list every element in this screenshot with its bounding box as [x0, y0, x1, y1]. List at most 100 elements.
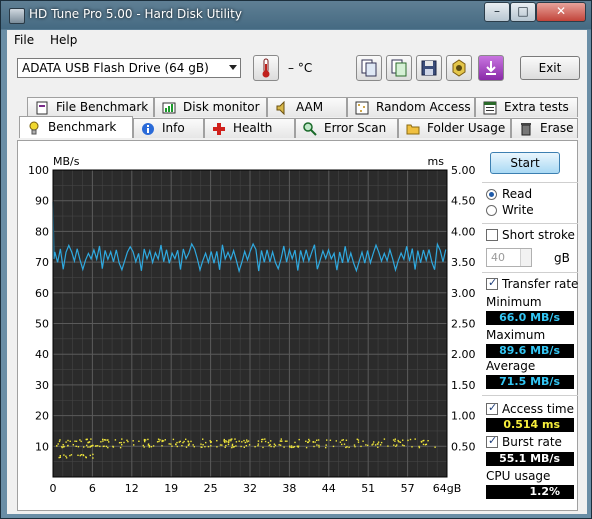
tab-extra-tests-label: Extra tests: [504, 100, 569, 114]
average-label: Average: [486, 359, 536, 373]
y-right-tick-label: 1.50: [451, 379, 476, 392]
drive-select[interactable]: ADATA USB Flash Drive (64 gB): [17, 58, 241, 78]
access-time-point: [143, 446, 145, 448]
access-time-point: [269, 443, 271, 446]
access-time-point: [114, 439, 117, 441]
menu-help[interactable]: Help: [50, 33, 77, 47]
access-time-point: [305, 440, 307, 442]
access-time-point: [248, 444, 251, 446]
access-time-point: [332, 445, 335, 448]
x-tick-label: 32: [243, 482, 257, 495]
access-time-point: [157, 438, 160, 440]
access-time-point: [374, 444, 377, 446]
tab-disk-monitor-label: Disk monitor: [183, 100, 260, 114]
write-radio[interactable]: [486, 205, 497, 216]
access-time-point: [420, 440, 423, 443]
tab-health[interactable]: Health: [204, 118, 295, 138]
access-time-point: [403, 445, 405, 447]
tab-aam[interactable]: AAM: [267, 97, 347, 117]
access-time-point: [393, 444, 395, 446]
access-time-point: [88, 441, 91, 443]
tab-file-benchmark[interactable]: File Benchmark: [27, 97, 154, 117]
access-time-point: [262, 446, 264, 449]
x-tick-label: 64gB: [433, 482, 462, 495]
tab-error-scan-label: Error Scan: [324, 121, 387, 135]
tab-random-access[interactable]: Random Access: [347, 97, 475, 117]
access-time-point: [270, 440, 272, 442]
y-left-tick-label: 90: [35, 195, 49, 208]
access-time-point: [293, 446, 296, 448]
burst-rate-checkbox[interactable]: [486, 434, 498, 448]
maximize-button[interactable]: □: [510, 2, 536, 22]
tab-file-benchmark-label: File Benchmark: [56, 100, 149, 114]
access-time-point: [164, 439, 166, 441]
stroke-size-stepper[interactable]: 40: [486, 248, 532, 267]
tab-info[interactable]: Info: [133, 118, 204, 138]
access-time-point: [286, 440, 288, 442]
y-right-tick-label: 4.00: [451, 225, 476, 238]
minimize-button[interactable]: –: [484, 2, 510, 22]
access-time-point: [175, 443, 177, 445]
access-time-checkbox[interactable]: [486, 401, 498, 415]
screenshot-button[interactable]: [446, 55, 472, 81]
tab-folder-usage-label: Folder Usage: [427, 121, 506, 135]
tab-disk-monitor[interactable]: Disk monitor: [154, 97, 267, 117]
access-time-point: [362, 440, 364, 442]
transfer-rate-checkbox[interactable]: [486, 276, 498, 290]
screenshot-icon: [452, 59, 466, 77]
access-time-point: [99, 445, 101, 448]
access-time-point: [121, 444, 123, 446]
start-button[interactable]: Start: [490, 152, 560, 174]
access-time-point: [65, 441, 67, 443]
access-time-point: [313, 445, 315, 448]
access-time-point: [243, 439, 245, 442]
access-time-point: [79, 439, 81, 441]
tab-health-label: Health: [233, 121, 273, 135]
access-time-label: Access time: [502, 402, 575, 416]
short-stroke-checkbox[interactable]: [486, 229, 498, 241]
y-left-tick-label: 20: [35, 410, 49, 423]
access-time-point: [57, 443, 59, 445]
copy-info-button[interactable]: [386, 55, 412, 81]
access-time-point: [171, 445, 173, 447]
short-stroke-label: Short stroke: [502, 228, 575, 242]
access-time-point: [427, 440, 429, 442]
tab-error-scan[interactable]: Error Scan: [295, 118, 398, 138]
tab-erase[interactable]: Erase: [511, 118, 578, 138]
read-radio[interactable]: [486, 189, 497, 200]
access-time-point: [372, 443, 374, 445]
access-time-point: [200, 446, 202, 448]
access-time-point: [339, 441, 342, 443]
access-time-point: [228, 441, 230, 444]
minimum-value: 66.0 MB/s: [486, 311, 574, 325]
copy-button[interactable]: [356, 55, 382, 81]
access-time-point: [314, 441, 316, 443]
access-time-point: [308, 440, 311, 442]
tab-folder-usage[interactable]: Folder Usage: [398, 118, 511, 138]
access-time-point: [241, 441, 243, 443]
thermometer-icon: [262, 58, 270, 78]
menu-file[interactable]: File: [14, 33, 34, 47]
access-time-point: [409, 438, 412, 441]
access-time-point: [132, 440, 134, 442]
access-time-point: [121, 438, 123, 440]
access-time-point: [102, 445, 105, 448]
title-bar[interactable]: HD Tune Pro 5.00 - Hard Disk Utility – □…: [1, 1, 591, 29]
access-time-point: [156, 441, 159, 443]
separator: [482, 182, 578, 183]
window-title: HD Tune Pro 5.00 - Hard Disk Utility: [29, 7, 242, 21]
tab-extra-tests[interactable]: Extra tests: [475, 97, 578, 117]
temperature-button[interactable]: [253, 55, 279, 81]
access-time-point: [307, 441, 309, 443]
access-time-point: [238, 440, 240, 442]
exit-button[interactable]: Exit: [520, 56, 580, 80]
access-time-point: [294, 441, 296, 444]
tab-benchmark[interactable]: Benchmark: [19, 116, 133, 138]
close-button[interactable]: ✕: [536, 2, 586, 22]
download-button[interactable]: [478, 55, 504, 81]
stepper-arrows-icon[interactable]: [520, 249, 531, 266]
save-button[interactable]: [416, 55, 442, 81]
x-tick-label: 12: [125, 482, 139, 495]
access-time-point: [216, 446, 218, 448]
access-time-point: [75, 440, 78, 442]
